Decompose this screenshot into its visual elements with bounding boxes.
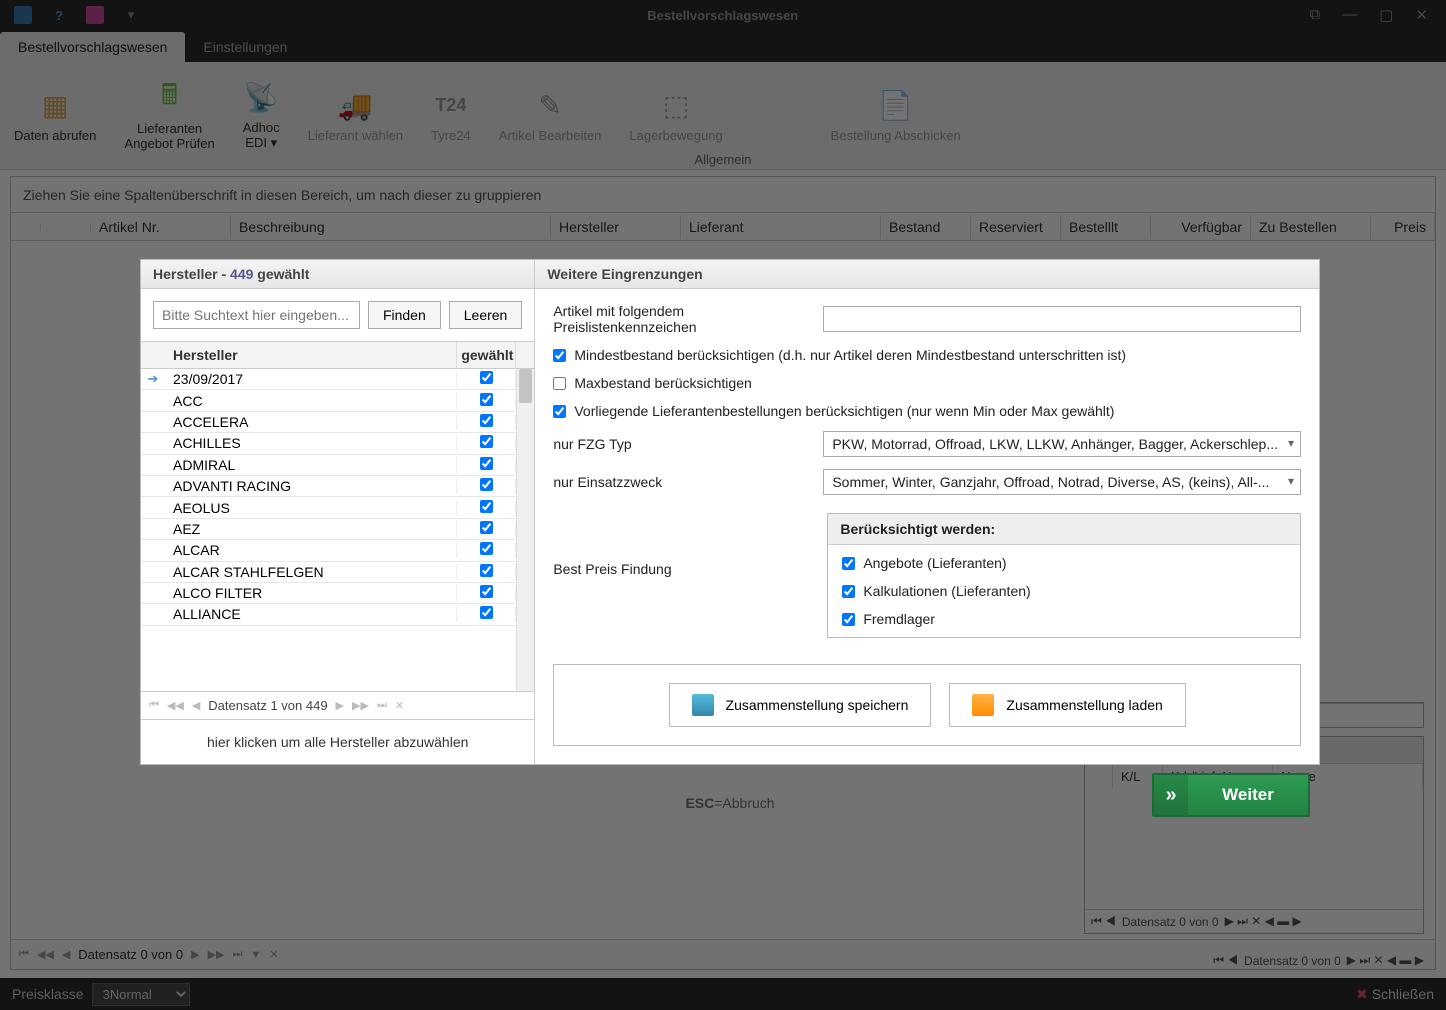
mfr-checkbox[interactable] [480, 500, 493, 513]
panel-hersteller: Hersteller - 449 gewählt Finden Leeren H… [141, 260, 535, 764]
mfr-name: ACHILLES [165, 435, 456, 451]
mfr-checkbox[interactable] [480, 606, 493, 619]
eingrenzungen-title: Weitere Eingrenzungen [535, 260, 1319, 289]
mfr-col-gewaehlt[interactable]: gewählt [456, 342, 516, 368]
nav-prevpage-icon[interactable]: ◀◀ [167, 699, 184, 712]
table-row[interactable]: ➔23/09/2017 [141, 369, 534, 390]
chk-fremdlager[interactable] [842, 613, 855, 626]
mfr-checkbox[interactable] [480, 393, 493, 406]
mfr-checkbox[interactable] [480, 478, 493, 491]
mfr-name: ALLIANCE [165, 606, 456, 622]
chk-maxbestand[interactable] [553, 377, 566, 390]
deselect-all-link[interactable]: hier klicken um alle Hersteller abzuwähl… [141, 719, 534, 764]
mfr-name: ACC [165, 393, 456, 409]
mfr-checkbox[interactable] [480, 585, 493, 598]
table-row[interactable]: ADMIRAL [141, 455, 534, 476]
table-row[interactable]: AEOLUS [141, 497, 534, 518]
nav-nextpage-icon[interactable]: ▶▶ [352, 699, 369, 712]
nav-last-icon[interactable]: ⏭ [377, 699, 387, 712]
preislisten-label: Artikel mit folgendem Preislistenkennzei… [553, 303, 813, 335]
nav-first-icon[interactable]: ⏮ [149, 699, 159, 712]
nav-clear-icon[interactable]: ✕ [395, 699, 404, 712]
hersteller-title: Hersteller - 449 gewählt [141, 260, 534, 289]
mfr-name: AEOLUS [165, 500, 456, 516]
nav-next-icon[interactable]: ▶ [336, 699, 344, 712]
mfr-checkbox[interactable] [480, 521, 493, 534]
mfr-name: ADMIRAL [165, 457, 456, 473]
einsatzzweck-label: nur Einsatzzweck [553, 474, 813, 490]
mfr-list[interactable]: ➔23/09/2017 ACC ACCELERA ACHILLES ADMIRAL ADV… [141, 369, 534, 691]
table-row[interactable]: ACC [141, 390, 534, 411]
mfr-name: ALCO FILTER [165, 585, 456, 601]
table-row[interactable]: ACCELERA [141, 412, 534, 433]
mfr-checkbox[interactable] [480, 542, 493, 555]
mfr-pager: ⏮ ◀◀ ◀ Datensatz 1 von 449 ▶ ▶▶ ⏭ ✕ [141, 691, 534, 719]
mfr-checkbox[interactable] [480, 435, 493, 448]
weiter-button[interactable]: » Weiter [1152, 773, 1310, 817]
mfr-name: ADVANTI RACING [165, 478, 456, 494]
table-row[interactable]: ACHILLES [141, 433, 534, 454]
save-icon [692, 694, 714, 716]
esc-hint: ESC=Abbruch [685, 795, 774, 811]
table-row[interactable]: ALCO FILTER [141, 583, 534, 604]
table-row[interactable]: ALLIANCE [141, 604, 534, 625]
preislisten-input[interactable] [823, 306, 1301, 332]
chk-angebote[interactable] [842, 557, 855, 570]
mfr-header: Hersteller gewählt [141, 341, 534, 369]
table-row[interactable]: AEZ [141, 519, 534, 540]
best-preis-label: Best Preis Findung [553, 513, 813, 577]
leeren-button[interactable]: Leeren [449, 301, 523, 329]
chk-kalkulationen[interactable] [842, 585, 855, 598]
mfr-name: 23/09/2017 [165, 371, 456, 387]
mfr-checkbox[interactable] [480, 564, 493, 577]
fzg-typ-label: nur FZG Typ [553, 436, 813, 452]
best-preis-box: Berücksichtigt werden: Angebote (Liefera… [827, 513, 1301, 638]
mfr-checkbox[interactable] [480, 457, 493, 470]
mfr-name: AEZ [165, 521, 456, 537]
einsatzzweck-select[interactable]: Sommer, Winter, Ganzjahr, Offroad, Notra… [823, 469, 1301, 495]
mfr-checkbox[interactable] [480, 371, 493, 384]
panel-eingrenzungen: Weitere Eingrenzungen Artikel mit folgen… [535, 260, 1319, 764]
chk-lieferantenbestellungen[interactable] [553, 405, 566, 418]
mfr-scrollbar[interactable] [516, 369, 534, 691]
zusammenstellung-laden-button[interactable]: Zusammenstellung laden [949, 683, 1185, 727]
mfr-col-hersteller[interactable]: Hersteller [165, 342, 456, 368]
finden-button[interactable]: Finden [368, 301, 441, 329]
mfr-name: ALCAR STAHLFELGEN [165, 564, 456, 580]
best-head: Berücksichtigt werden: [828, 514, 1300, 545]
chevron-right-icon: » [1154, 775, 1188, 815]
table-row[interactable]: ALCAR STAHLFELGEN [141, 562, 534, 583]
action-box: Zusammenstellung speichern Zusammenstell… [553, 664, 1301, 746]
dialog: Hersteller - 449 gewählt Finden Leeren H… [140, 259, 1320, 765]
nav-prev-icon[interactable]: ◀ [192, 699, 200, 712]
zusammenstellung-speichern-button[interactable]: Zusammenstellung speichern [669, 683, 932, 727]
table-row[interactable]: ADVANTI RACING [141, 476, 534, 497]
load-icon [972, 694, 994, 716]
fzg-typ-select[interactable]: PKW, Motorrad, Offroad, LKW, LLKW, Anhän… [823, 431, 1301, 457]
search-input[interactable] [153, 301, 360, 329]
mfr-checkbox[interactable] [480, 414, 493, 427]
table-row[interactable]: ALCAR [141, 540, 534, 561]
mfr-name: ALCAR [165, 542, 456, 558]
row-arrow-icon: ➔ [141, 371, 165, 387]
chk-mindestbestand[interactable] [553, 349, 566, 362]
mfr-name: ACCELERA [165, 414, 456, 430]
